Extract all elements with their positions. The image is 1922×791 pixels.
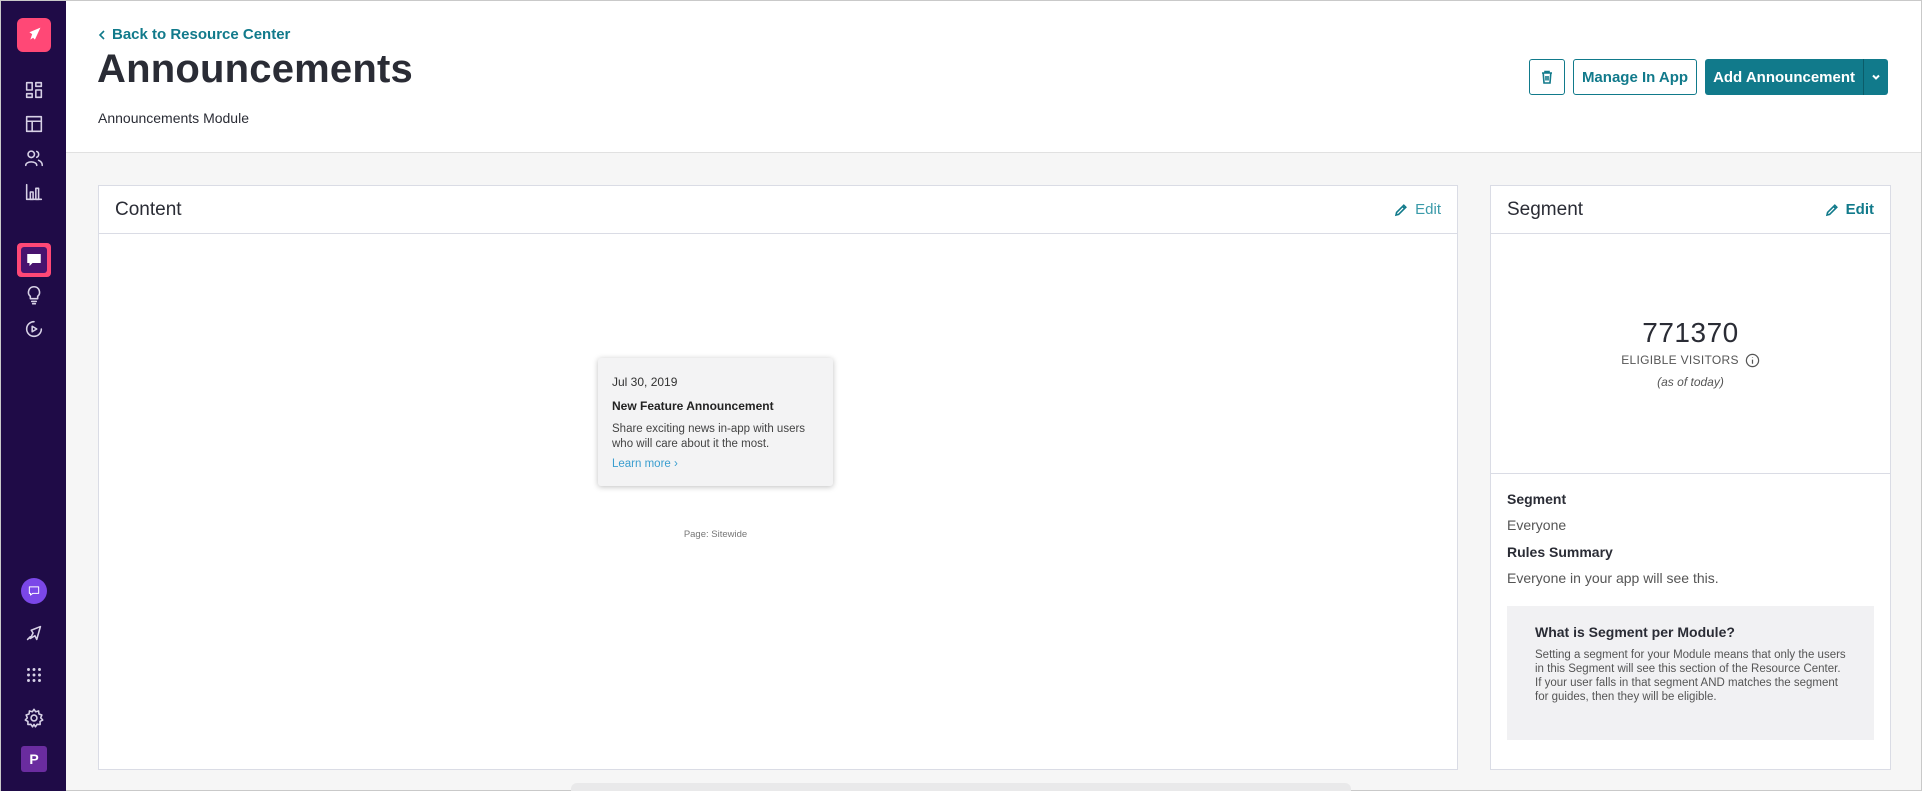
chat-bubble-icon-inner — [21, 247, 47, 273]
preview-learn-more-link[interactable]: Learn more › — [612, 458, 819, 470]
add-announcement-dropdown[interactable] — [1863, 59, 1888, 95]
header-actions: Manage In App Add Announcement — [1528, 59, 1888, 95]
segment-info-title: What is Segment per Module? — [1535, 624, 1735, 640]
preview-description: Share exciting news in-app with users wh… — [612, 423, 806, 450]
bottom-scroll-shadow — [571, 783, 1351, 791]
segment-value: Everyone — [1507, 517, 1567, 533]
content-card-title: Content — [115, 198, 182, 220]
chat-circle-icon[interactable] — [21, 578, 47, 604]
segment-info-box: What is Segment per Module? Setting a se… — [1507, 606, 1874, 740]
people-icon[interactable] — [17, 141, 51, 175]
segment-card: Segment Edit 771370 ELIGIBLE VISITORS (a… — [1490, 185, 1891, 770]
announcement-preview: Jul 30, 2019 New Feature Announcement Sh… — [598, 358, 833, 486]
preview-title: New Feature Announcement — [612, 399, 774, 413]
segment-details: Segment Everyone Rules Summary Everyone … — [1491, 474, 1890, 740]
pencil-icon — [1825, 203, 1838, 216]
avatar[interactable]: P — [21, 746, 47, 772]
segment-card-header: Segment Edit — [1491, 186, 1890, 234]
rules-summary-value: Everyone in your app will see this. — [1507, 570, 1719, 586]
manage-in-app-button[interactable]: Manage In App — [1572, 59, 1698, 95]
segment-edit-button[interactable]: Edit — [1825, 201, 1874, 218]
preview-date: Jul 30, 2019 — [612, 375, 678, 389]
segment-edit-label: Edit — [1845, 201, 1874, 218]
page-subtitle: Announcements Module — [98, 110, 249, 126]
back-to-resource-center-link[interactable]: Back to Resource Center — [98, 26, 290, 43]
rocket-logo-icon[interactable] — [17, 18, 51, 52]
trash-icon — [1541, 70, 1552, 84]
page-header: Back to Resource Center Announcements An… — [66, 1, 1921, 153]
eligible-visitors-stat: 771370 ELIGIBLE VISITORS (as of today) — [1491, 234, 1890, 474]
pencil-icon — [1395, 203, 1408, 216]
replay-icon[interactable] — [17, 312, 51, 346]
info-icon[interactable] — [1745, 353, 1760, 368]
eligible-visitors-label: ELIGIBLE VISITORS — [1621, 353, 1739, 367]
preview-page-label: Page: Sitewide — [683, 529, 748, 540]
delete-button[interactable] — [1528, 59, 1565, 95]
segment-heading: Segment — [1507, 491, 1567, 507]
launch-icon[interactable] — [17, 616, 51, 650]
chevron-down-icon — [1872, 74, 1880, 80]
content-card: Content Edit Jul 30, 2019 New Feature An… — [98, 185, 1458, 770]
chevron-left-icon — [98, 29, 105, 40]
rules-summary-heading: Rules Summary — [1507, 544, 1613, 560]
add-announcement-group: Add Announcement — [1705, 59, 1888, 95]
chat-bubble-icon[interactable] — [17, 243, 51, 277]
content-edit-button[interactable]: Edit — [1394, 201, 1441, 218]
content-card-header: Content Edit — [99, 186, 1457, 234]
back-link-label: Back to Resource Center — [112, 26, 291, 43]
layout-icon[interactable] — [17, 107, 51, 141]
bar-chart-icon[interactable] — [17, 175, 51, 209]
eligible-visitors-count: 771370 — [1642, 316, 1739, 348]
sidebar: P — [1, 1, 66, 791]
eligible-visitors-label-row: ELIGIBLE VISITORS — [1621, 353, 1760, 368]
lightbulb-icon[interactable] — [17, 278, 51, 312]
as-of-today-note: (as of today) — [1657, 374, 1724, 389]
segment-info-text: Setting a segment for your Module means … — [1535, 649, 1846, 703]
apps-grid-icon[interactable] — [17, 658, 51, 692]
add-announcement-button[interactable]: Add Announcement — [1705, 59, 1863, 95]
gear-icon[interactable] — [17, 701, 51, 735]
segment-card-title: Segment — [1507, 198, 1584, 220]
dashboard-icon[interactable] — [17, 73, 51, 107]
page-title: Announcements — [97, 47, 413, 91]
content-edit-label: Edit — [1415, 201, 1441, 218]
